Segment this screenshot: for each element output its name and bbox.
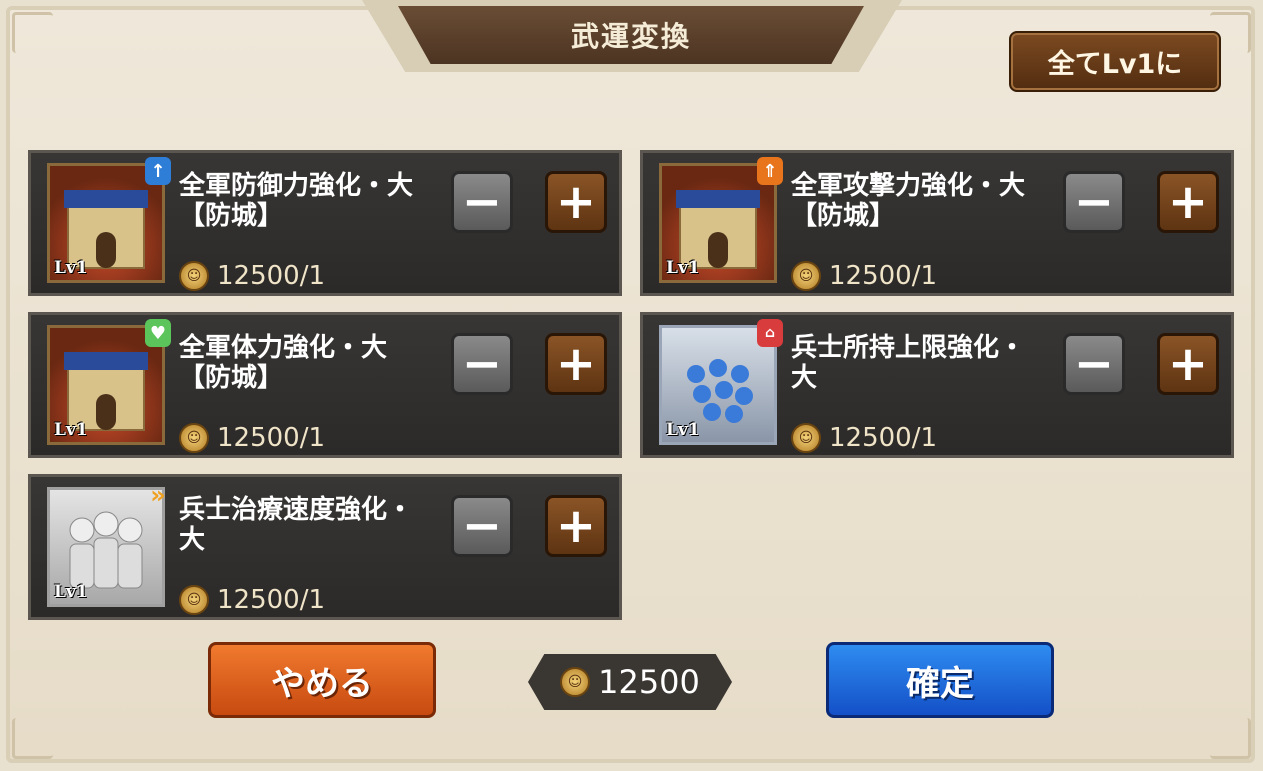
dialog-title: 武運変換 [570,20,691,53]
skill-card: Lv1 ⌂ 兵士所持上限強化・ 大 ☺ 12500/1 − + [640,312,1234,458]
skill-cost: ☺ 12500/1 [179,261,325,291]
corner-ornament [12,12,53,53]
title-plate: 武運変換 [398,6,864,64]
defense-up-icon: ↑ [145,157,171,185]
coin-icon: ☺ [791,423,821,453]
total-cost: ☺ 12500 [528,654,732,710]
coin-icon: ☺ [179,423,209,453]
reset-all-lv1-button[interactable]: 全てLv1に [1009,31,1221,92]
coin-icon: ☺ [560,667,591,697]
decrease-button[interactable]: − [451,171,513,233]
speed-up-icon: » [150,481,166,509]
increase-button[interactable]: + [1157,333,1219,395]
skill-cost: ☺ 12500/1 [791,261,937,291]
confirm-button[interactable]: 確定 [826,642,1054,718]
level-label: Lv1 [54,258,88,278]
increase-button[interactable]: + [545,495,607,557]
increase-button[interactable]: + [545,333,607,395]
health-up-icon: ♥ [145,319,171,347]
coin-icon: ☺ [179,585,209,615]
skill-card: Lv1 ⇑ 全軍攻撃力強化・大 【防城】 ☺ 12500/1 − + [640,150,1234,296]
coin-icon: ☺ [179,261,209,291]
skill-card: Lv1 ♥ 全軍体力強化・大 【防城】 ☺ 12500/1 − + [28,312,622,458]
increase-button[interactable]: + [545,171,607,233]
skill-cost: ☺ 12500/1 [179,423,325,453]
skill-name: 全軍体力強化・大 【防城】 [179,333,388,393]
skill-card: Lv1 » 兵士治療速度強化・ 大 ☺ 12500/1 − + [28,474,622,620]
level-label: Lv1 [666,258,700,278]
decrease-button[interactable]: − [451,495,513,557]
skill-cost: ☺ 12500/1 [179,585,325,615]
skill-name: 全軍防御力強化・大 【防城】 [179,171,414,231]
cancel-button[interactable]: やめる [208,642,436,718]
skill-name: 兵士治療速度強化・ 大 [179,495,414,555]
skill-cost: ☺ 12500/1 [791,423,937,453]
level-label: Lv1 [666,420,700,440]
total-cost-value: 12500 [598,663,700,701]
decrease-button[interactable]: − [1063,171,1125,233]
capacity-up-icon: ⌂ [757,319,783,347]
skill-name: 兵士所持上限強化・ 大 [791,333,1026,393]
level-label: Lv1 [54,582,88,602]
decrease-button[interactable]: − [1063,333,1125,395]
corner-ornament [1210,718,1251,759]
decrease-button[interactable]: − [451,333,513,395]
skill-card: Lv1 ↑ 全軍防御力強化・大 【防城】 ☺ 12500/1 − + [28,150,622,296]
coin-icon: ☺ [791,261,821,291]
skill-name: 全軍攻撃力強化・大 【防城】 [791,171,1026,231]
level-label: Lv1 [54,420,88,440]
increase-button[interactable]: + [1157,171,1219,233]
attack-up-icon: ⇑ [757,157,783,185]
corner-ornament [12,718,53,759]
